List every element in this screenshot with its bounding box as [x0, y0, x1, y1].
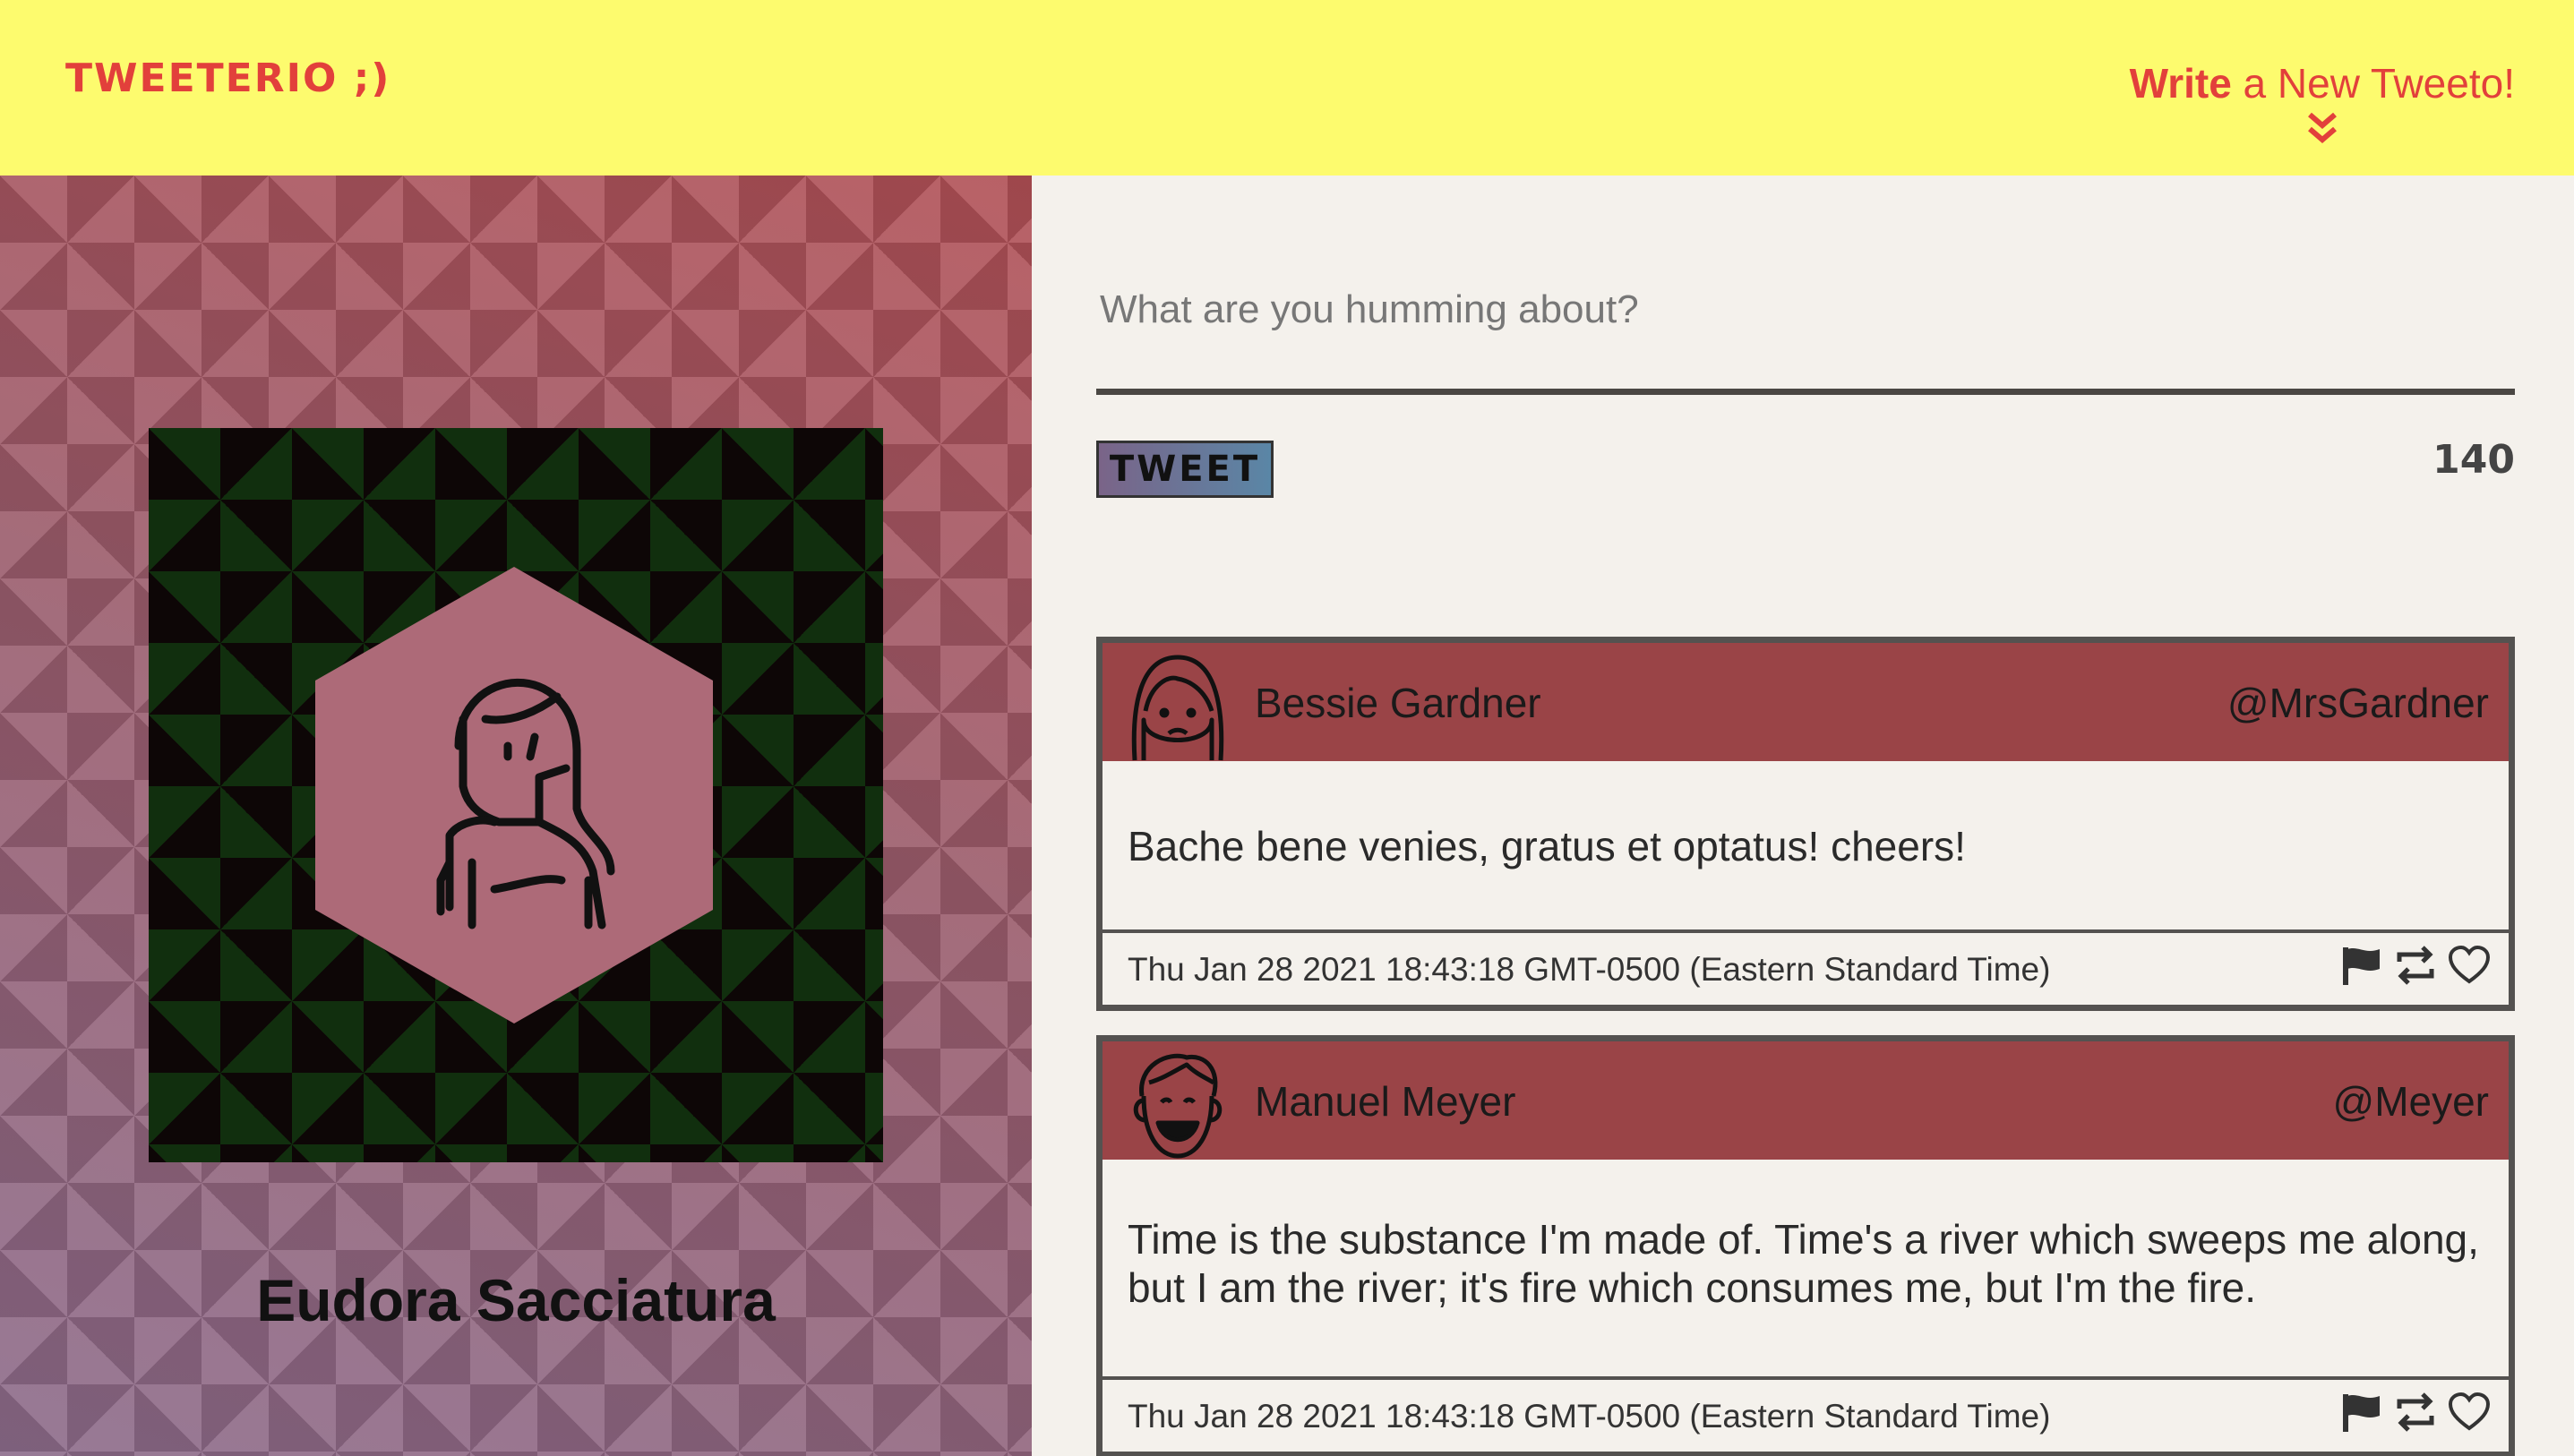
- tweet-footer: Thu Jan 28 2021 18:43:18 GMT-0500 (Easte…: [1103, 933, 2509, 1005]
- tweet-header: Bessie Gardner @MrsGardner: [1103, 643, 2509, 761]
- woman-face-icon: [1131, 655, 1224, 761]
- compose-strong: Write: [2129, 60, 2232, 107]
- tweet-actions: [2340, 944, 2491, 987]
- compose-toggle[interactable]: Write a New Tweeto!: [2130, 59, 2515, 147]
- profile-avatar-frame: [149, 428, 883, 1162]
- input-underline: [1096, 389, 2515, 395]
- profile-name: Eudora Sacciatura: [256, 1267, 776, 1333]
- retweet-icon[interactable]: [2394, 1391, 2437, 1434]
- tweet-footer: Thu Jan 28 2021 18:43:18 GMT-0500 (Easte…: [1103, 1380, 2509, 1452]
- tweet-text: Bache bene venies, gratus et optatus! ch…: [1103, 761, 2509, 933]
- profile-avatar-icon: [315, 567, 713, 1023]
- brand-logo[interactable]: Tweeterio ;): [65, 56, 390, 101]
- tweet-author-handle: @Meyer: [2332, 1078, 2490, 1125]
- char-counter: 140: [2432, 437, 2515, 483]
- tweet-author-name: Bessie Gardner: [1255, 680, 1541, 726]
- tweet-card: Manuel Meyer @Meyer Time is the substanc…: [1096, 1035, 2515, 1456]
- profile-panel: Eudora Sacciatura: [0, 176, 1032, 1456]
- tweet-author-handle: @MrsGardner: [2227, 680, 2489, 726]
- heart-icon[interactable]: [2448, 1391, 2491, 1434]
- tweet-timestamp: Thu Jan 28 2021 18:43:18 GMT-0500 (Easte…: [1128, 951, 2051, 988]
- compose-rest: a New Tweeto!: [2231, 60, 2515, 107]
- tweet-textarea[interactable]: [1096, 265, 2515, 355]
- man-face-icon: [1133, 1053, 1223, 1159]
- tweet-card: Bessie Gardner @MrsGardner Bache bene ve…: [1096, 637, 2515, 1011]
- tweet-timestamp: Thu Jan 28 2021 18:43:18 GMT-0500 (Easte…: [1128, 1398, 2051, 1435]
- flag-icon[interactable]: [2340, 1391, 2383, 1434]
- compose-toggle-text: Write a New Tweeto!: [2130, 60, 2515, 107]
- retweet-icon[interactable]: [2394, 944, 2437, 987]
- flag-icon[interactable]: [2340, 944, 2383, 987]
- tweet-text: Time is the substance I'm made of. Time'…: [1103, 1160, 2509, 1380]
- tweet-actions: [2340, 1391, 2491, 1434]
- tweet-header: Manuel Meyer @Meyer: [1103, 1041, 2509, 1160]
- heart-icon[interactable]: [2448, 944, 2491, 987]
- tweet-submit-button[interactable]: Tweet: [1096, 441, 1274, 498]
- tweet-author-name: Manuel Meyer: [1255, 1078, 1516, 1125]
- top-nav: Tweeterio ;) Write a New Tweeto!: [0, 0, 2574, 176]
- double-chevron-down-icon[interactable]: [2306, 111, 2338, 147]
